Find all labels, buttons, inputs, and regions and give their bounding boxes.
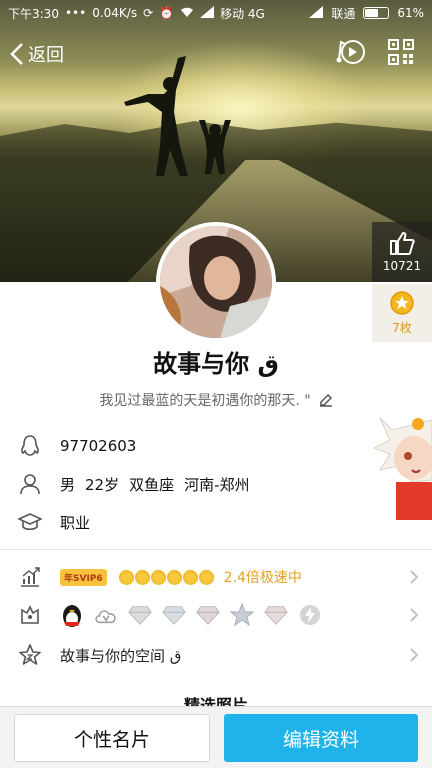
age: 22岁: [85, 475, 120, 494]
like-count: 10721: [382, 259, 422, 273]
level-suns: [118, 569, 214, 585]
job-row: 职业: [18, 510, 90, 534]
nickname-suffix: ق: [257, 350, 279, 378]
job-label: 职业: [60, 513, 91, 532]
diamond-icon: [264, 603, 288, 627]
signal-icon-2: [309, 5, 324, 21]
carrier-2: 联通: [331, 6, 356, 21]
signature-text: 我见过最蓝的天是初遇你的那天. ": [99, 393, 311, 409]
qzone-label: 故事与你的空间 ق: [60, 646, 182, 665]
back-chevron-icon: [10, 43, 23, 65]
sun-icon: [198, 569, 214, 585]
chevron-right-icon: [406, 647, 422, 663]
carrier-1: 移动 4G: [220, 6, 265, 21]
edit-profile-button[interactable]: 编辑资料: [224, 714, 418, 762]
speed-status: 2.4倍极速中: [223, 570, 302, 586]
avatar[interactable]: [156, 222, 276, 342]
service-icons: [60, 603, 322, 627]
qq-number: 97702603: [60, 437, 137, 455]
sun-icon: [118, 569, 134, 585]
svip-badge: 年SVIP6: [60, 568, 107, 586]
music-icon[interactable]: [336, 38, 366, 70]
penguin-outline-icon: [18, 434, 42, 458]
status-bar: 下午3:30 ••• 0.04K/s ⟳ ⏰ 移动 4G 联通 61%: [0, 0, 432, 26]
qr-code-icon[interactable]: [388, 39, 414, 69]
back-label: 返回: [28, 45, 64, 66]
thumbs-up-icon: [390, 232, 415, 255]
divider: [0, 549, 432, 550]
signal-icon: [200, 5, 215, 21]
edit-pencil-icon[interactable]: [319, 393, 333, 407]
gift-button[interactable]: 7枚: [372, 284, 432, 342]
star-icon: [230, 603, 254, 627]
location: 河南-郑州: [184, 475, 250, 494]
sun-icon: [182, 569, 198, 585]
qq-number-row: 97702603: [18, 434, 136, 458]
vip-row[interactable]: 年SVIP6 2.4倍极速中: [18, 560, 422, 594]
services-row[interactable]: [18, 598, 422, 632]
lightning-icon: [298, 603, 322, 627]
bottom-action-bar: 个性名片 编辑资料: [0, 706, 432, 768]
growth-chart-icon: [18, 565, 42, 589]
back-button[interactable]: 返回: [0, 41, 64, 67]
graduation-cap-icon: [18, 510, 42, 534]
sync-icon: ⟳: [143, 6, 154, 20]
child-silhouette: [199, 120, 231, 174]
like-button[interactable]: 10721: [372, 222, 432, 282]
gift-count: 7枚: [392, 321, 412, 335]
wifi-icon: [180, 6, 194, 21]
diamond-icon: [196, 603, 220, 627]
cloud-v-icon: [94, 603, 118, 627]
profile-card-button[interactable]: 个性名片: [14, 714, 210, 762]
medal-star-icon: [390, 291, 414, 315]
profile-name: 故事与你 ق: [0, 344, 432, 379]
zodiac: 双鱼座: [129, 475, 175, 494]
alarm-icon: ⏰: [159, 6, 175, 20]
status-speed: 0.04K/s: [92, 6, 138, 20]
person-icon: [18, 472, 42, 496]
featured-photos-label: 精选照片: [183, 696, 248, 706]
battery-icon: [363, 7, 390, 19]
sun-icon: [166, 569, 182, 585]
gender: 男: [60, 475, 76, 494]
featured-photos-heading: 精选照片: [0, 692, 432, 706]
battery-percent: 61%: [397, 6, 424, 20]
sun-icon: [134, 569, 150, 585]
avatar-image: [160, 226, 272, 338]
diamond-icon: [128, 603, 152, 627]
mascot-character[interactable]: [372, 410, 432, 520]
sun-icon: [150, 569, 166, 585]
penguin-icon: [60, 603, 84, 627]
chevron-right-icon: [406, 607, 422, 623]
chevron-right-icon: [406, 569, 422, 585]
status-dots: •••: [64, 6, 87, 20]
top-nav: 返回: [0, 32, 432, 76]
nickname: 故事与你: [153, 350, 250, 378]
star-outline-icon: [18, 643, 42, 667]
status-time: 下午3:30: [8, 6, 59, 21]
signature-row[interactable]: 我见过最蓝的天是初遇你的那天. ": [0, 390, 432, 410]
qzone-row[interactable]: 故事与你的空间 ق: [18, 638, 422, 672]
diamond-icon: [162, 603, 186, 627]
personal-info-row: 男 22岁 双鱼座 河南-郑州: [18, 472, 250, 496]
crown-box-icon: [18, 603, 42, 627]
